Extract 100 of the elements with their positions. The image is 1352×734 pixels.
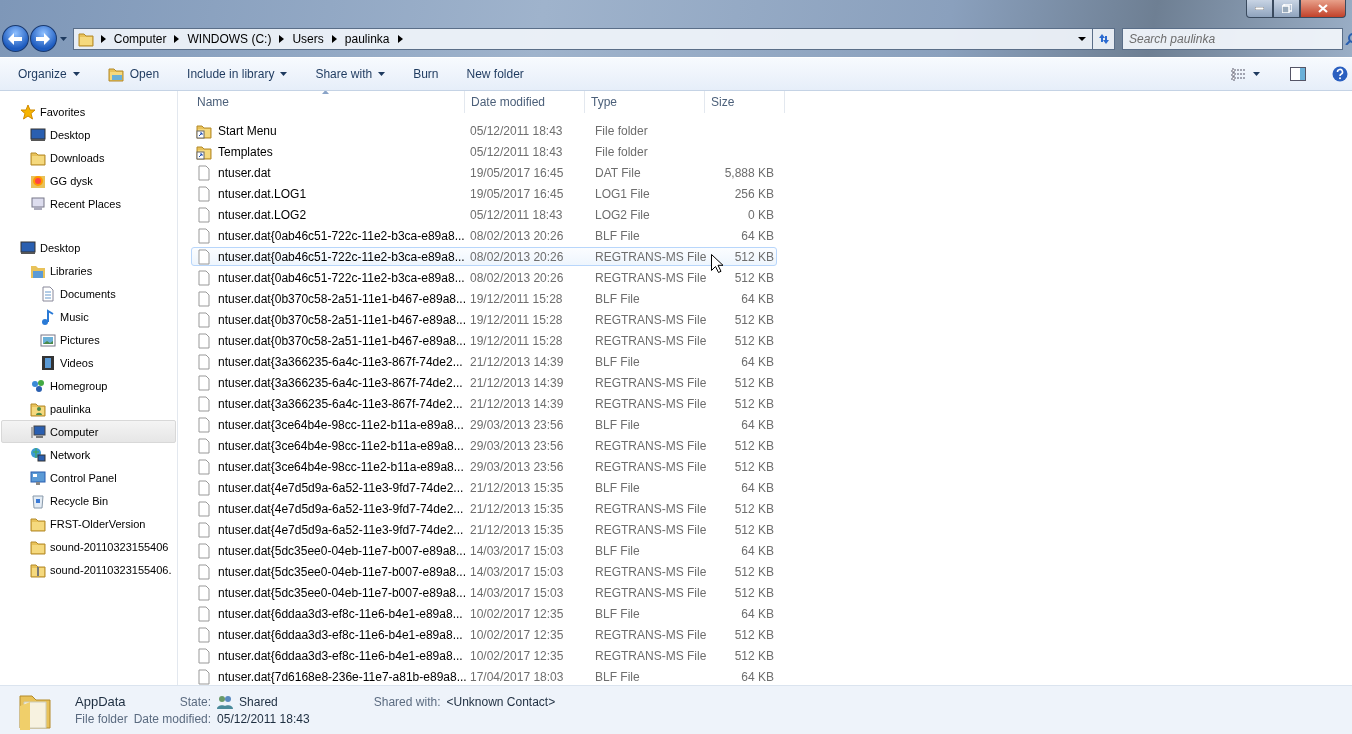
file-row[interactable]: Start Menu 05/12/2011 18:43 File folder	[191, 121, 777, 140]
file-name: ntuser.dat{0b370c58-2a51-11e1-b467-e89a8...	[218, 312, 466, 327]
toolbar-button[interactable]: New folder	[458, 62, 532, 86]
file-row[interactable]: ntuser.dat{3ce64b4e-98cc-11e2-b11a-e89a8... 29/03/2013 23:56 REGTRANS-MS File 512 KB	[191, 436, 777, 455]
preview-pane-icon	[1290, 67, 1306, 81]
field-value: 05/12/2011 18:43	[217, 712, 311, 726]
file-row[interactable]: ntuser.dat{3ce64b4e-98cc-11e2-b11a-e89a8... 29/03/2013 23:56 REGTRANS-MS File 512 KB	[191, 457, 777, 476]
date-modified: 21/12/2013 14:39	[469, 396, 565, 411]
date-modified: 21/12/2013 14:39	[469, 354, 565, 369]
minimize-button[interactable]	[1246, 0, 1273, 18]
file-size: 256 KB	[734, 186, 775, 201]
navigation-item[interactable]: Libraries	[1, 259, 176, 282]
file-icon	[196, 353, 212, 370]
file-row[interactable]: ntuser.dat{6ddaa3d3-ef8c-11e6-b4e1-e89a8... 10/02/2017 12:35 REGTRANS-MS File 512 KB	[191, 625, 777, 644]
maximize-button[interactable]	[1273, 0, 1300, 18]
forward-button[interactable]	[29, 25, 57, 52]
navigation-item[interactable]: Computer	[1, 420, 176, 443]
file-icon	[196, 395, 212, 412]
navigation-item[interactable]: Network	[1, 443, 176, 466]
file-size: 512 KB	[734, 501, 775, 516]
navigation-item[interactable]: Homegroup	[1, 374, 176, 397]
file-row[interactable]: ntuser.dat{6ddaa3d3-ef8c-11e6-b4e1-e89a8... 10/02/2017 12:35 REGTRANS-MS File 512 KB	[191, 646, 777, 665]
breadcrumb-item[interactable]: WINDOWS (C:)	[186, 31, 273, 46]
toolbar-button[interactable]: Open	[99, 62, 168, 86]
column-header[interactable]: Type	[585, 91, 705, 113]
file-row[interactable]: ntuser.dat{0ab46c51-722c-11e2-b3ca-e89a8... 08/02/2013 20:26 REGTRANS-MS File 512 KB	[191, 268, 777, 287]
file-row[interactable]: ntuser.dat.LOG2 05/12/2011 18:43 LOG2 File 0 KB	[191, 205, 777, 224]
file-row[interactable]: ntuser.dat{3a366235-6a4c-11e3-867f-74de2... 21/12/2013 14:39 BLF File 64 KB	[191, 352, 777, 371]
item-name: AppData	[75, 694, 127, 709]
navigation-item[interactable]: Pictures	[1, 328, 176, 351]
file-row[interactable]: ntuser.dat{0b370c58-2a51-11e1-b467-e89a8... 19/12/2011 15:28 BLF File 64 KB	[191, 289, 777, 308]
folder-icon	[77, 30, 94, 47]
navigation-item[interactable]: sound-20110323155406.	[1, 558, 176, 581]
navigation-item[interactable]: Desktop	[1, 236, 176, 259]
file-size: 512 KB	[734, 396, 775, 411]
breadcrumb-item[interactable]: paulinka	[343, 31, 391, 46]
file-row[interactable]: ntuser.dat{4e7d5d9a-6a52-11e3-9fd7-74de2... 21/12/2013 15:35 REGTRANS-MS File 512 KB	[191, 499, 777, 518]
breadcrumb-item[interactable]: Computer	[112, 31, 168, 46]
file-name: ntuser.dat{7d6168e8-236e-11e7-a81b-e89a8...	[218, 669, 467, 684]
date-modified: 05/12/2011 18:43	[469, 123, 564, 138]
navigation-item[interactable]: paulinka	[1, 397, 176, 420]
navigation-item[interactable]: Downloads	[1, 146, 176, 169]
navigation-item[interactable]: GG dysk	[1, 169, 176, 192]
date-modified: 10/02/2017 12:35	[469, 606, 565, 621]
navigation-item[interactable]: Videos	[1, 351, 176, 374]
file-type: DAT File	[594, 165, 642, 180]
file-row[interactable]: ntuser.dat{3a366235-6a4c-11e3-867f-74de2... 21/12/2013 14:39 REGTRANS-MS File 512 KB	[191, 394, 777, 413]
navigation-item[interactable]: Documents	[1, 282, 176, 305]
toolbar-button[interactable]: Organize	[10, 62, 88, 86]
file-row[interactable]: ntuser.dat 19/05/2017 16:45 DAT File 5,888 KB	[191, 163, 777, 182]
file-type: BLF File	[594, 543, 641, 558]
file-icon	[196, 248, 212, 265]
navigation-item[interactable]: Recent Places	[1, 192, 176, 215]
file-row[interactable]: ntuser.dat.LOG1 19/05/2017 16:45 LOG1 File 256 KB	[191, 184, 777, 203]
navigation-item[interactable]: Favorites	[1, 100, 176, 123]
date-modified: 21/12/2013 14:39	[469, 375, 565, 390]
file-row[interactable]: ntuser.dat{5dc35ee0-04eb-11e7-b007-e89a8... 14/03/2017 15:03 REGTRANS-MS File 512 KB	[191, 562, 777, 581]
search-field[interactable]: Search paulinka	[1122, 27, 1343, 50]
refresh-button[interactable]	[1093, 27, 1115, 50]
recent-pages-button[interactable]	[57, 36, 69, 41]
file-row[interactable]: ntuser.dat{0ab46c51-722c-11e2-b3ca-e89a8... 08/02/2013 20:26 BLF File 64 KB	[191, 226, 777, 245]
file-row[interactable]: ntuser.dat{6ddaa3d3-ef8c-11e6-b4e1-e89a8... 10/02/2017 12:35 BLF File 64 KB	[191, 604, 777, 623]
toolbar-button[interactable]: Burn	[405, 62, 447, 86]
file-row[interactable]: ntuser.dat{4e7d5d9a-6a52-11e3-9fd7-74de2... 21/12/2013 15:35 BLF File 64 KB	[191, 478, 777, 497]
toolbar-button[interactable]: Share with	[307, 62, 394, 86]
field-label: Shared with:	[373, 694, 441, 709]
file-type: LOG1 File	[594, 186, 651, 201]
navigation-item[interactable]: sound-20110323155406	[1, 535, 176, 558]
breadcrumb-item[interactable]: Users	[291, 31, 325, 46]
toolbar-button[interactable]: Include in library	[179, 62, 296, 86]
file-row[interactable]: ntuser.dat{5dc35ee0-04eb-11e7-b007-e89a8... 14/03/2017 15:03 BLF File 64 KB	[191, 541, 777, 560]
left-arrow-icon	[8, 32, 23, 45]
close-button[interactable]	[1300, 0, 1346, 18]
file-row[interactable]: ntuser.dat{0b370c58-2a51-11e1-b467-e89a8... 19/12/2011 15:28 REGTRANS-MS File 512 KB	[191, 310, 777, 329]
address-bar[interactable]: Computer WINDOWS (C:) Users paulinka	[72, 27, 1094, 50]
file-row[interactable]: ntuser.dat{3ce64b4e-98cc-11e2-b11a-e89a8... 29/03/2013 23:56 BLF File 64 KB	[191, 415, 777, 434]
file-size: 512 KB	[734, 522, 775, 537]
file-row[interactable]: Templates 05/12/2011 18:43 File folder	[191, 142, 777, 161]
navigation-item[interactable]: Recycle Bin	[1, 489, 176, 512]
navigation-item[interactable]: Music	[1, 305, 176, 328]
file-icon	[196, 311, 212, 328]
back-button[interactable]	[2, 25, 29, 52]
chevron-icon	[397, 34, 403, 43]
file-row[interactable]: ntuser.dat{7d6168e8-236e-11e7-a81b-e89a8... 17/04/2017 18:03 BLF File 64 KB	[191, 667, 777, 685]
file-row[interactable]: ntuser.dat{4e7d5d9a-6a52-11e3-9fd7-74de2... 21/12/2013 15:35 REGTRANS-MS File 512 KB	[191, 520, 777, 539]
chevron-icon	[174, 34, 180, 43]
help-icon	[1332, 66, 1348, 82]
column-header[interactable]: Size	[705, 91, 785, 113]
file-row[interactable]: ntuser.dat{0b370c58-2a51-11e1-b467-e89a8... 19/12/2011 15:28 REGTRANS-MS File 512 KB	[191, 331, 777, 350]
column-header[interactable]: Date modified	[465, 91, 585, 113]
film-strip-icon	[40, 354, 56, 371]
date-modified: 14/03/2017 15:03	[469, 564, 565, 579]
navigation-item[interactable]: Desktop	[1, 123, 176, 146]
file-type: REGTRANS-MS File	[594, 249, 708, 264]
navigation-item[interactable]: Control Panel	[1, 466, 176, 489]
date-modified: 14/03/2017 15:03	[469, 585, 565, 600]
navigation-item[interactable]: FRST-OlderVersion	[1, 512, 176, 535]
file-row[interactable]: ntuser.dat{5dc35ee0-04eb-11e7-b007-e89a8... 14/03/2017 15:03 REGTRANS-MS File 512 KB	[191, 583, 777, 602]
file-icon	[196, 374, 212, 391]
file-row[interactable]: ntuser.dat{3a366235-6a4c-11e3-867f-74de2... 21/12/2013 14:39 REGTRANS-MS File 512 KB	[191, 373, 777, 392]
